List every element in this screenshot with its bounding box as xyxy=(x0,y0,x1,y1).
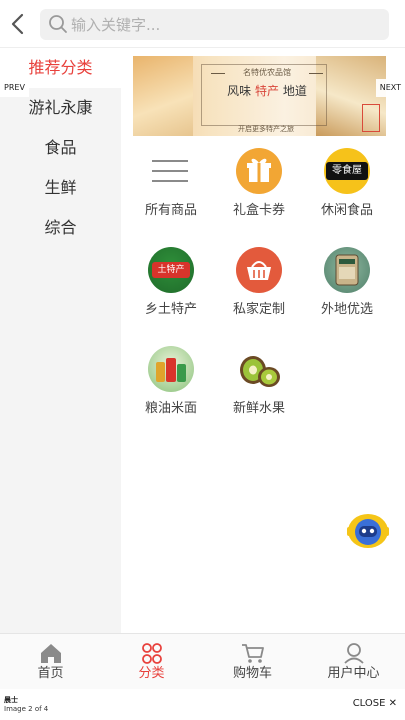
customer-service-robot-icon[interactable] xyxy=(346,511,390,551)
sidebar-item-general[interactable]: 综合 xyxy=(0,208,121,248)
tab-home[interactable]: 首页 xyxy=(0,634,101,690)
category-sidebar: 推荐分类 游礼永康 食品 生鲜 综合 xyxy=(0,48,121,633)
category-label: 所有商品 xyxy=(144,203,197,218)
list-icon xyxy=(148,148,194,194)
tab-cart[interactable]: 购物车 xyxy=(202,634,303,690)
tab-category[interactable]: 分类 xyxy=(101,634,202,690)
bottom-tab-bar: 首页 分类 购物车 用户中心 xyxy=(0,633,405,689)
back-arrow-icon[interactable] xyxy=(6,10,32,38)
image-caption: 晨士 xyxy=(4,696,18,704)
search-icon xyxy=(49,15,67,33)
user-icon xyxy=(344,643,364,664)
sidebar-item-food[interactable]: 食品 xyxy=(0,128,121,168)
category-regional-picks[interactable]: 外地优选 xyxy=(307,247,387,327)
gift-box-icon xyxy=(236,148,282,194)
tab-user-center[interactable]: 用户中心 xyxy=(303,634,404,690)
category-icon xyxy=(142,643,162,664)
carousel-prev-button[interactable]: PREV xyxy=(0,79,29,97)
category-local-specialty[interactable]: 土特产 乡土特产 xyxy=(131,247,211,327)
top-bar xyxy=(0,0,405,48)
promo-banner[interactable]: 名特优农品馆 风味 特产 地道 开启更多特产之旅 xyxy=(133,56,386,136)
grain-oil-icon xyxy=(148,346,194,392)
category-label: 外地优选 xyxy=(320,302,373,317)
banner-tagline: 开启更多特产之旅 xyxy=(238,125,294,133)
close-icon: ✕ xyxy=(388,698,397,709)
local-specialty-icon: 土特产 xyxy=(148,247,194,293)
regional-product-icon xyxy=(324,247,370,293)
search-input[interactable] xyxy=(71,9,371,40)
category-label: 休闲食品 xyxy=(320,203,373,218)
category-snacks[interactable]: 零食屋 休闲食品 xyxy=(307,148,387,228)
category-label: 粮油米面 xyxy=(144,401,197,416)
category-private-custom[interactable]: 私家定制 xyxy=(219,247,299,327)
image-counter: Image 2 of 4 xyxy=(4,705,49,713)
home-icon xyxy=(41,644,61,663)
banner-food-image xyxy=(133,56,193,136)
category-fresh-fruit[interactable]: 新鲜水果 xyxy=(219,346,299,426)
category-all-products[interactable]: 所有商品 xyxy=(131,148,211,228)
image-viewer-footer: 晨士 Image 2 of 4 CLOSE ✕ xyxy=(0,689,405,720)
banner-tag: 名特优农品馆 xyxy=(211,66,323,80)
category-gift-cards[interactable]: 礼盒卡券 xyxy=(219,148,299,228)
kiwi-fruit-icon xyxy=(236,346,282,392)
sidebar-item-fresh[interactable]: 生鲜 xyxy=(0,168,121,208)
banner-stamp-logo xyxy=(362,104,380,132)
category-label: 乡土特产 xyxy=(144,302,197,317)
close-button[interactable]: CLOSE ✕ xyxy=(353,697,397,711)
category-grain-oil[interactable]: 粮油米面 xyxy=(131,346,211,426)
basket-icon xyxy=(236,247,282,293)
cart-icon xyxy=(242,644,264,663)
category-label: 新鲜水果 xyxy=(232,401,285,416)
banner-title: 风味 特产 地道 xyxy=(227,84,307,98)
category-label: 私家定制 xyxy=(232,302,285,317)
category-label: 礼盒卡券 xyxy=(232,203,285,218)
search-bar[interactable] xyxy=(40,9,389,40)
carousel-next-button[interactable]: NEXT xyxy=(375,79,405,97)
snack-shop-icon: 零食屋 xyxy=(324,148,370,194)
